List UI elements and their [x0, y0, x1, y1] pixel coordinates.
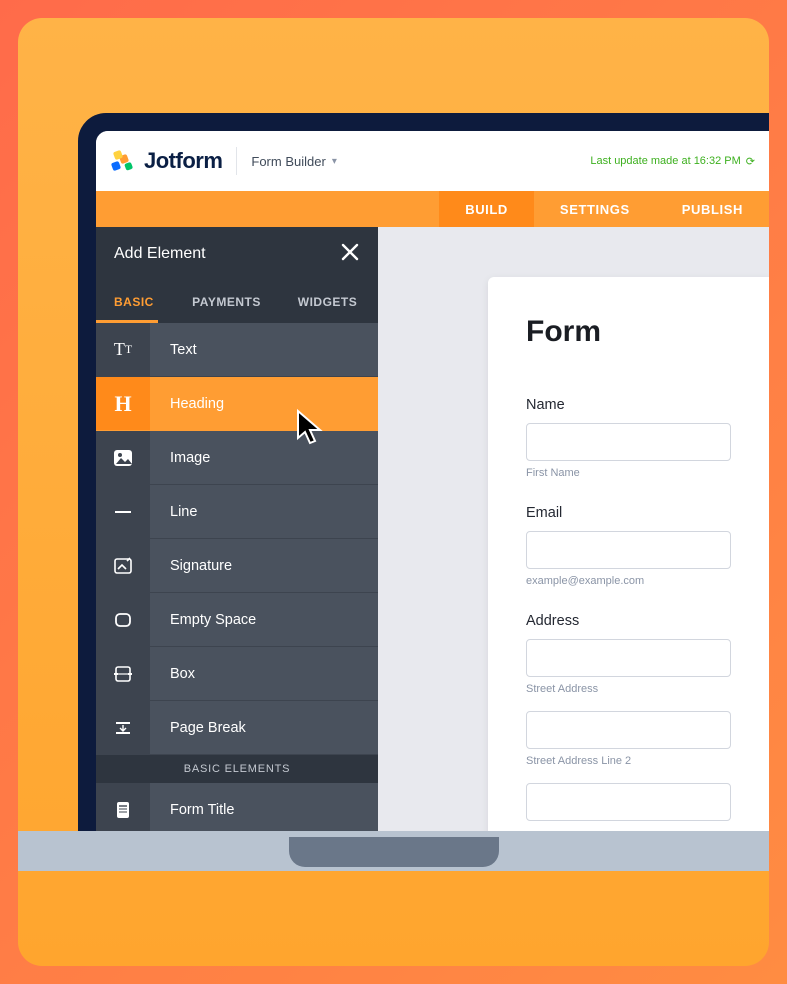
- brand-logo[interactable]: Jotform: [110, 148, 222, 174]
- form-card[interactable]: Form Name First Name Email example@examp…: [488, 277, 769, 871]
- element-form-title[interactable]: Form Title: [96, 783, 378, 837]
- form-canvas: Form Name First Name Email example@examp…: [378, 227, 769, 871]
- sidebar-tab-basic[interactable]: BASIC: [96, 281, 176, 323]
- first-name-input[interactable]: [526, 423, 731, 461]
- signature-icon: [96, 539, 150, 592]
- heading-icon: H: [96, 377, 150, 430]
- text-icon: TT: [96, 323, 150, 376]
- address-hint1: Street Address: [526, 683, 731, 695]
- address-hint2: Street Address Line 2: [526, 755, 731, 767]
- line-icon: [96, 485, 150, 538]
- street-address-2-input[interactable]: [526, 711, 731, 749]
- device-base: [18, 831, 769, 871]
- element-heading[interactable]: H Heading: [96, 377, 378, 431]
- section-label: BASIC ELEMENTS: [96, 755, 378, 783]
- refresh-icon: ⟳: [746, 155, 755, 168]
- address-label: Address: [526, 613, 731, 629]
- name-label: Name: [526, 397, 731, 413]
- street-address-input[interactable]: [526, 639, 731, 677]
- element-empty-space[interactable]: Empty Space: [96, 593, 378, 647]
- box-icon: [96, 647, 150, 700]
- sidebar-tab-widgets[interactable]: WIDGETS: [277, 281, 378, 323]
- page-break-icon: [96, 701, 150, 754]
- element-box[interactable]: Box: [96, 647, 378, 701]
- element-page-break[interactable]: Page Break: [96, 701, 378, 755]
- email-input[interactable]: [526, 531, 731, 569]
- page-name: Form Builder: [251, 154, 325, 169]
- address-extra-input[interactable]: [526, 783, 731, 821]
- form-title: Form: [526, 315, 731, 349]
- element-text[interactable]: TT Text: [96, 323, 378, 377]
- tab-publish[interactable]: PUBLISH: [656, 191, 769, 227]
- sidebar-title: Add Element: [114, 245, 206, 263]
- save-status: Last update made at 16:32 PM ⟳: [590, 155, 755, 168]
- name-hint: First Name: [526, 467, 731, 479]
- chevron-down-icon: ▾: [332, 156, 337, 167]
- main-tabs: BUILD SETTINGS PUBLISH: [96, 191, 769, 227]
- email-hint: example@example.com: [526, 575, 731, 587]
- element-signature[interactable]: Signature: [96, 539, 378, 593]
- form-title-icon: [96, 783, 150, 836]
- element-image[interactable]: Image: [96, 431, 378, 485]
- email-label: Email: [526, 505, 731, 521]
- image-icon: [96, 431, 150, 484]
- tab-settings[interactable]: SETTINGS: [534, 191, 656, 227]
- pencil-icon: [110, 148, 136, 174]
- elements-sidebar: Add Element BASIC PAYMENTS WIDGETS TT: [96, 227, 378, 871]
- brand-name: Jotform: [144, 148, 222, 174]
- empty-space-icon: [96, 593, 150, 646]
- sidebar-tab-payments[interactable]: PAYMENTS: [176, 281, 277, 323]
- tab-build[interactable]: BUILD: [439, 191, 534, 227]
- divider: [236, 147, 237, 175]
- element-line[interactable]: Line: [96, 485, 378, 539]
- close-icon[interactable]: [340, 242, 360, 266]
- breadcrumb[interactable]: Form Builder ▾: [251, 154, 336, 169]
